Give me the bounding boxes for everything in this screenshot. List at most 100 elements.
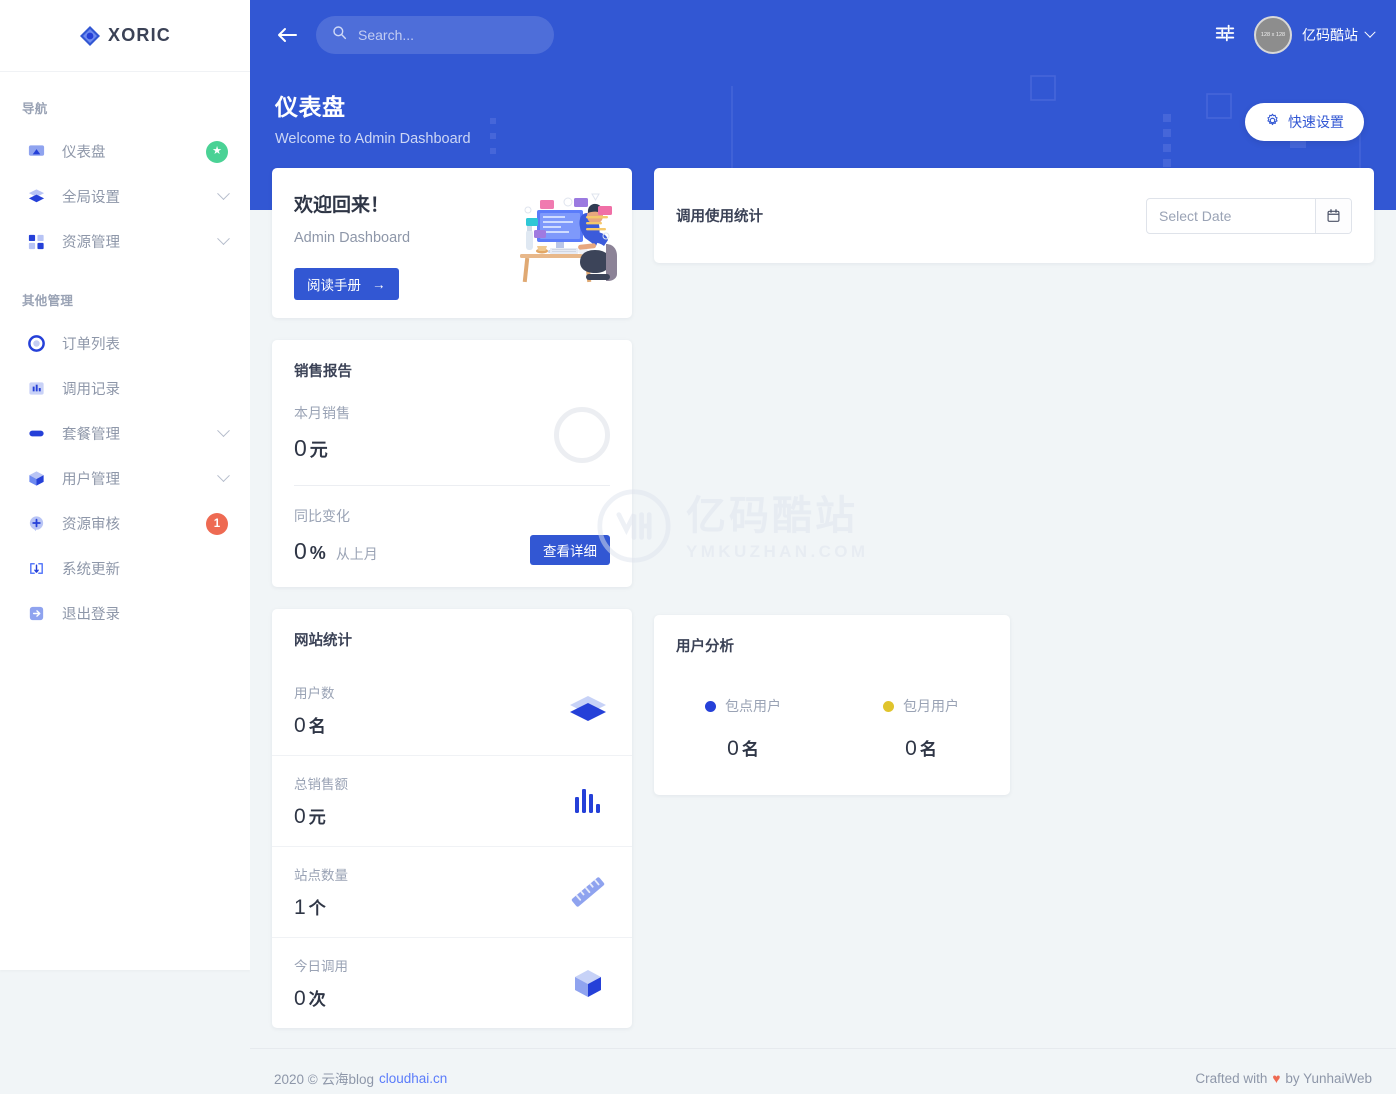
footer-crafted-prefix: Crafted with: [1195, 1070, 1268, 1086]
star-icon: ★: [212, 145, 222, 157]
quick-settings-button[interactable]: 快速设置: [1245, 103, 1364, 141]
stat-row-total-sales: 总销售额 0元: [272, 755, 632, 846]
stat-text: 站点数量 1个: [294, 864, 566, 920]
sidebar-item-label: 资源审核: [62, 517, 120, 533]
footer-copyright: 2020 © 云海blog: [274, 1072, 375, 1087]
legend-dot-icon: [883, 700, 894, 712]
sidebar-item-system-update[interactable]: 系统更新: [0, 546, 250, 591]
pill-icon: [26, 424, 46, 444]
diamond-logo-icon: [79, 25, 101, 47]
date-picker[interactable]: [1146, 197, 1352, 234]
status-badge: ★: [206, 140, 228, 163]
date-input[interactable]: [1147, 198, 1315, 233]
user-analysis-unit: 名: [919, 740, 937, 759]
legend-point-users: 包点用户: [654, 696, 832, 716]
chevron-down-icon: [217, 187, 230, 201]
read-manual-label: 阅读手册: [307, 278, 361, 293]
cube-icon: [26, 469, 46, 489]
sidebar-item-resource-audit[interactable]: 资源审核 1: [0, 501, 250, 546]
stat-value: 0: [294, 713, 306, 737]
page-subtitle: Welcome to Admin Dashboard: [275, 131, 471, 147]
welcome-subtitle: Admin Dashboard: [294, 230, 411, 246]
brand-name: XORIC: [107, 25, 171, 45]
sliders-icon[interactable]: [1214, 22, 1236, 49]
calendar-icon[interactable]: [1315, 198, 1351, 233]
search-input[interactable]: [358, 27, 538, 43]
avatar[interactable]: 128 x 128: [1254, 16, 1292, 54]
usage-stats-title: 调用使用统计: [676, 209, 763, 225]
monthly-sales-label: 本月销售: [294, 405, 350, 421]
stat-row-today-calls: 今日调用 0次: [272, 937, 632, 1028]
search-box[interactable]: [316, 16, 554, 54]
gear-icon: [1265, 113, 1280, 131]
legend-dot-icon: [705, 700, 716, 712]
stat-text: 今日调用 0次: [294, 955, 566, 1011]
stat-value: 1: [294, 896, 306, 919]
site-stats-card: 网站统计 用户数 0名 总销售额 0 元 站点数量 1 个 今日调用 0 次: [272, 609, 632, 1028]
stat-unit: 次: [308, 990, 326, 1009]
bar-chart-icon: [26, 379, 46, 399]
sales-report-title: 销售报告: [294, 364, 352, 380]
topbar-right-group: 128 x 128 亿码酷站: [1214, 16, 1376, 54]
stat-label: 今日调用: [294, 959, 348, 974]
user-analysis-value: 0: [905, 737, 917, 760]
logout-icon: [26, 604, 46, 624]
sidebar-item-package-management[interactable]: 套餐管理: [0, 411, 250, 456]
stat-value-group: 0元: [294, 803, 566, 829]
stat-value: 0: [294, 805, 306, 828]
sidebar-item-resource-management[interactable]: 资源管理: [0, 219, 250, 264]
sidebar-item-logout[interactable]: 退出登录: [0, 591, 250, 636]
sidebar-item-label: 全局设置: [62, 190, 120, 206]
user-analysis-title: 用户分析: [676, 639, 734, 655]
monthly-sales-value-group: 0元: [294, 435, 350, 462]
footer-credit: Crafted with ♥ by YunhaiWeb: [1195, 1071, 1372, 1086]
stat-value-group: 0次: [294, 985, 566, 1011]
site-stats-title: 网站统计: [294, 633, 352, 649]
chevron-down-icon[interactable]: [1364, 26, 1376, 38]
sidebar-item-global-settings[interactable]: 全局设置: [0, 174, 250, 219]
welcome-heading: 欢迎回来！: [294, 195, 390, 216]
footer-link[interactable]: cloudhai.cn: [379, 1071, 447, 1086]
change-value-group: 0% 从上月: [294, 538, 378, 565]
cube-icon: [566, 961, 610, 1005]
dashboard-icon: [26, 142, 46, 162]
user-analysis-item-monthly: 包月用户 0名: [832, 696, 1010, 761]
stat-value: 0: [294, 987, 306, 1010]
stat-unit: 个: [308, 899, 326, 918]
plus-bubble-icon: [26, 514, 46, 534]
sidebar-item-call-records[interactable]: 调用记录: [0, 366, 250, 411]
footer: 2020 © 云海blog cloudhai.cn Crafted with ♥…: [250, 1048, 1396, 1094]
left-column: 欢迎回来！ Admin Dashboard 阅读手册 → 销售报告 本月销售 0…: [272, 168, 632, 1028]
monthly-sales-metric: 本月销售 0元: [294, 403, 610, 463]
stat-unit: 名: [308, 716, 326, 736]
page-title: 仪表盘: [275, 94, 346, 120]
sidebar-item-user-management[interactable]: 用户管理: [0, 456, 250, 501]
search-icon: [332, 25, 347, 45]
ruler-icon: [566, 870, 610, 914]
bar-chart-icon: [566, 779, 610, 823]
brand-logo[interactable]: XORIC: [0, 0, 250, 72]
dashboard-content: 亿码酷站 YMKUZHAN.COM 欢迎回来！ Admin Dashboard …: [250, 168, 1396, 1028]
change-unit: %: [309, 543, 326, 563]
legend-label: 包月用户: [903, 698, 959, 714]
sidebar-item-label: 退出登录: [62, 607, 120, 623]
user-analysis-card: 用户分析 包点用户 0名 包月用户 0 名: [654, 615, 1010, 795]
read-manual-button[interactable]: 阅读手册 →: [294, 268, 399, 300]
sidebar-item-label: 仪表盘: [62, 145, 106, 161]
legend-label: 包点用户: [725, 698, 781, 714]
stat-label: 总销售额: [294, 777, 348, 792]
stat-label: 用户数: [294, 685, 335, 701]
sidebar-item-dashboard[interactable]: 仪表盘 ★: [0, 129, 250, 174]
sidebar-item-order-list[interactable]: 订单列表: [0, 321, 250, 366]
donut-progress-icon: [554, 407, 610, 463]
view-detail-button[interactable]: 查看详细: [530, 535, 610, 565]
sidebar-item-label: 套餐管理: [62, 427, 120, 443]
sidebar-item-label: 系统更新: [62, 562, 120, 578]
arrow-right-icon: →: [372, 276, 386, 292]
user-name[interactable]: 亿码酷站: [1302, 25, 1358, 45]
stat-text: 用户数 0名: [294, 682, 566, 738]
refresh-icon: [26, 559, 46, 579]
sales-report-card: 销售报告 本月销售 0元 同比变化 0 % 从上月 查看详细: [272, 340, 632, 587]
collapse-left-icon[interactable]: [272, 20, 302, 50]
right-column: 调用使用统计 用户: [654, 168, 1374, 795]
